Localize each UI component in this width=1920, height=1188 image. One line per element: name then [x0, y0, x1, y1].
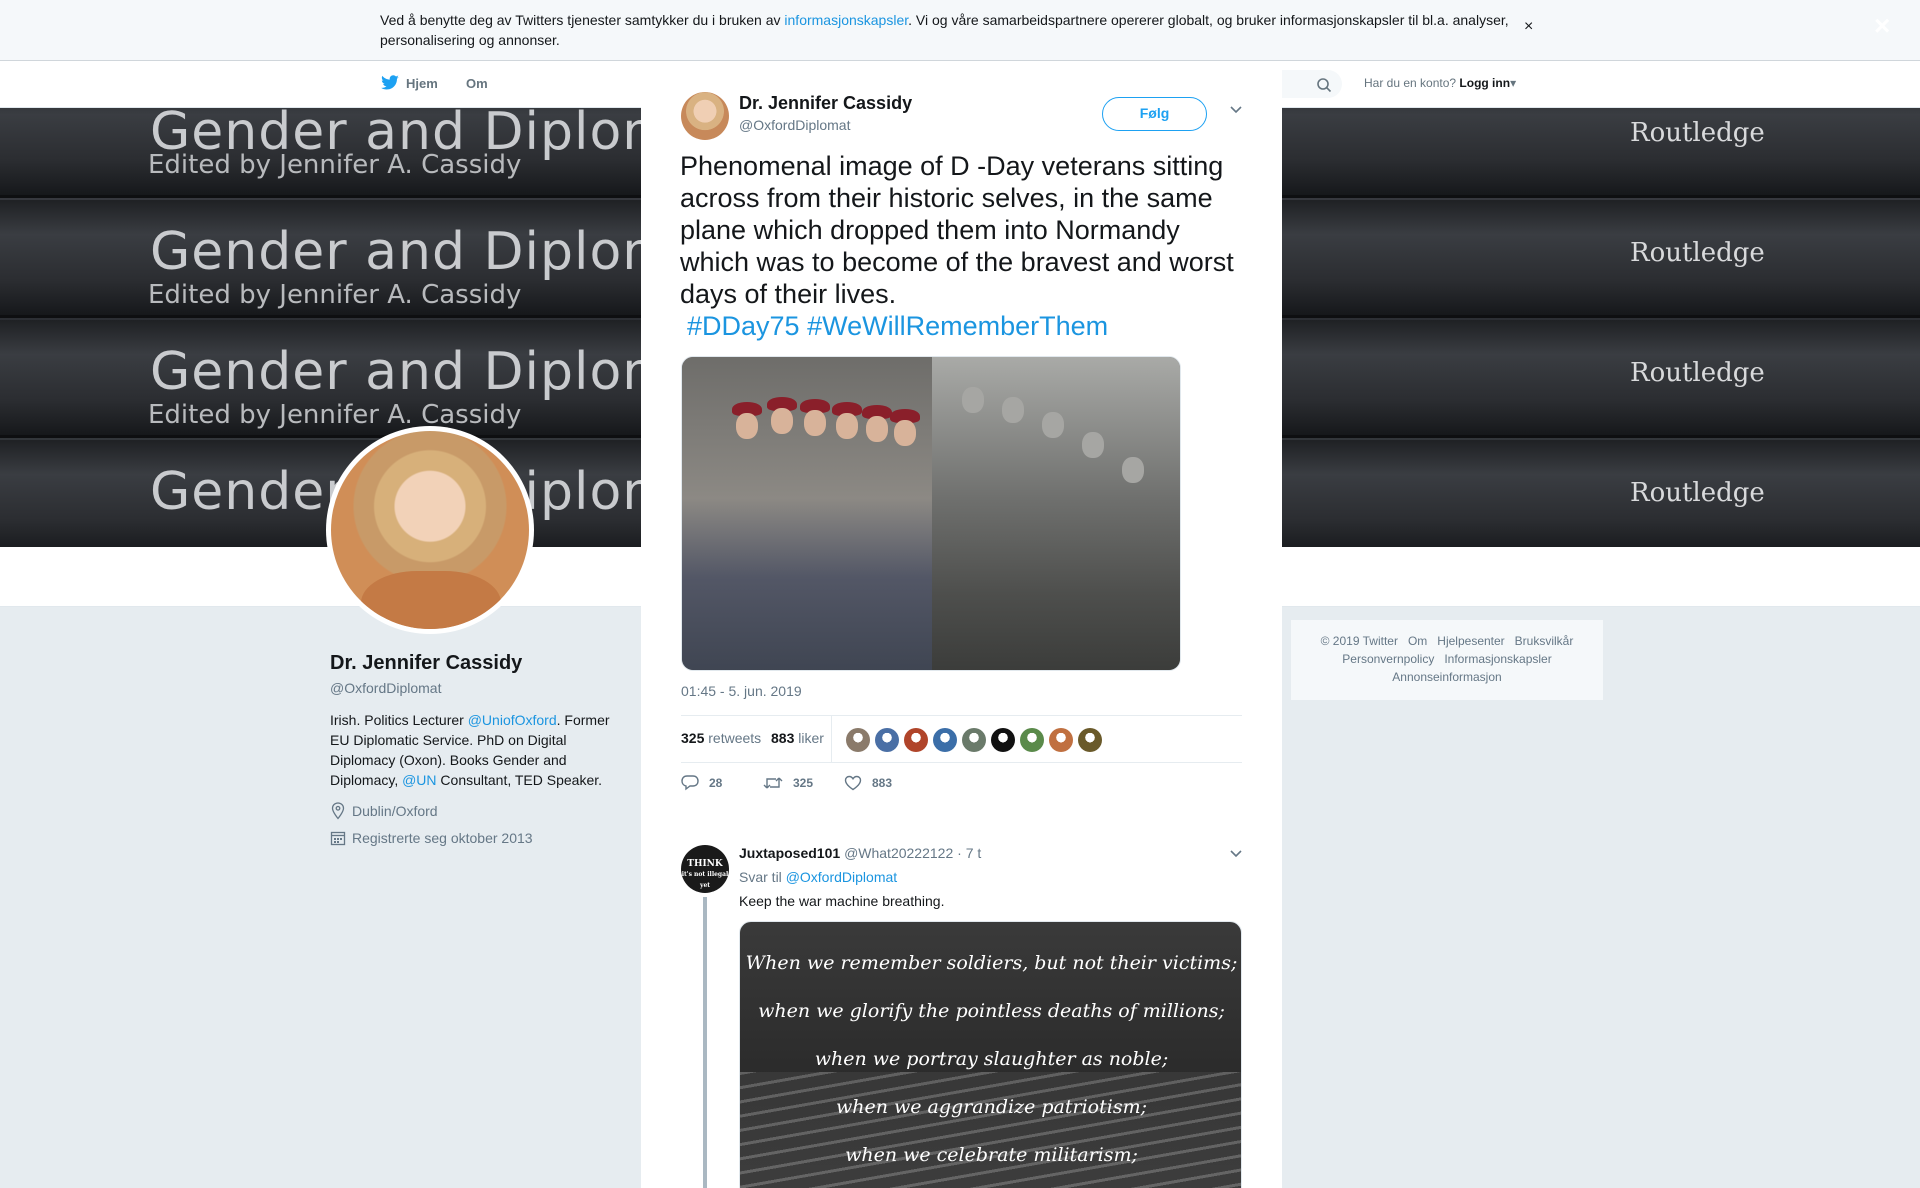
image-quote-line: when we aggrandize patriotism; [835, 1096, 1147, 1118]
liker-avatar[interactable] [933, 728, 957, 752]
reply-header: Juxtaposed101 @What20222122 · 7 t [739, 845, 981, 861]
reply-time[interactable]: · 7 t [957, 845, 981, 861]
retweet-count: 325 [793, 776, 814, 790]
reply-icon [681, 775, 699, 791]
stats-divider [831, 716, 832, 762]
likes-count: 883 [771, 730, 795, 746]
reply-author-avatar[interactable]: THINK it's not illegal yet [681, 845, 729, 893]
reply-image[interactable]: When we remember soldiers, but not their… [739, 921, 1242, 1188]
image-quote-line: when we glorify the pointless deaths of … [758, 1000, 1225, 1022]
image-quote-line: When we remember soldiers, but not their… [745, 952, 1238, 974]
reply-action[interactable]: 28 [681, 775, 722, 791]
likers-facepile [846, 728, 1102, 752]
reply-to-link[interactable]: @OxfordDiplomat [786, 869, 897, 885]
image-quote-line: when we celebrate militarism; [845, 1144, 1138, 1166]
follow-button[interactable]: Følg [1102, 97, 1207, 131]
retweets-stat[interactable]: 325 retweets [681, 730, 761, 746]
likes-stat[interactable]: 883 liker [771, 730, 824, 746]
chevron-down-icon[interactable] [1229, 105, 1243, 115]
tweet-author-avatar[interactable] [681, 92, 729, 140]
heart-icon [844, 775, 862, 791]
retweets-count: 325 [681, 730, 705, 746]
retweet-action[interactable]: 325 [763, 775, 813, 791]
liker-avatar[interactable] [846, 728, 870, 752]
liker-avatar[interactable] [1078, 728, 1102, 752]
tweet-body: Phenomenal image of D -Day veterans sitt… [680, 151, 1234, 309]
likes-label: liker [798, 730, 824, 746]
reply-count: 28 [709, 776, 723, 790]
tweet-stats: 325 retweets 883 liker [681, 715, 1242, 763]
reply-text: Keep the war machine breathing. [739, 893, 945, 909]
tweet-author-handle[interactable]: @OxfordDiplomat [739, 117, 850, 133]
liker-avatar[interactable] [904, 728, 928, 752]
tweet-text: Phenomenal image of D -Day veterans sitt… [680, 150, 1250, 342]
overlay-close-button[interactable]: × [1874, 10, 1890, 42]
image-quote-line: when we portray slaughter as noble; [814, 1048, 1169, 1070]
thread-line [703, 897, 707, 1188]
reply-author-handle[interactable]: @What20222122 [844, 845, 953, 861]
retweet-icon [763, 777, 783, 789]
cemetery-field [740, 1072, 1241, 1188]
reply-author-name[interactable]: Juxtaposed101 [739, 845, 840, 861]
liker-avatar[interactable] [875, 728, 899, 752]
like-count: 883 [872, 776, 893, 790]
tweet-modal: Dr. Jennifer Cassidy @OxfordDiplomat Føl… [641, 61, 1282, 1188]
reply-to: Svar til @OxfordDiplomat [739, 869, 897, 885]
tweet-author-name[interactable]: Dr. Jennifer Cassidy [739, 93, 912, 114]
liker-avatar[interactable] [962, 728, 986, 752]
chevron-down-icon[interactable] [1229, 849, 1243, 859]
tweet-photo[interactable] [681, 356, 1181, 671]
tweet-hashtags[interactable]: #DDay75 #WeWillRememberThem [680, 310, 1250, 342]
tweet-timestamp[interactable]: 01:45 - 5. jun. 2019 [681, 683, 802, 699]
like-action[interactable]: 883 [844, 775, 892, 791]
liker-avatar[interactable] [1049, 728, 1073, 752]
liker-avatar[interactable] [1020, 728, 1044, 752]
reply-to-label: Svar til [739, 869, 786, 885]
liker-avatar[interactable] [991, 728, 1015, 752]
retweets-label: retweets [708, 730, 762, 746]
